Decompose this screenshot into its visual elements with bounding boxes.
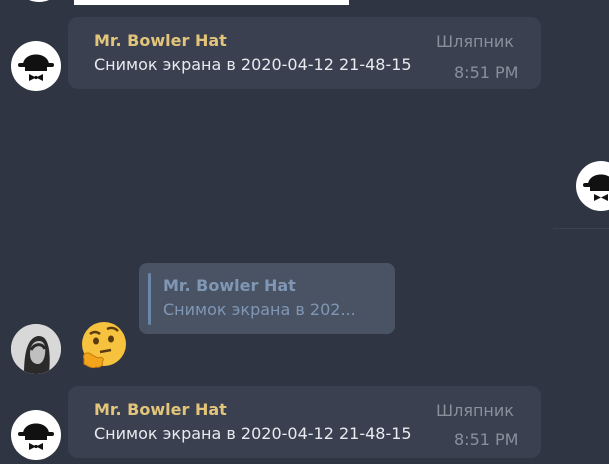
avatar-partial-right[interactable]	[576, 161, 609, 211]
reply-preview[interactable]: Mr. Bowler Hat Снимок экрана в 202...	[139, 263, 395, 334]
message-time: 8:51 PM	[454, 63, 519, 82]
avatar-partial[interactable]	[14, 0, 64, 2]
image-message-partial[interactable]	[74, 0, 349, 5]
divider	[553, 228, 609, 229]
reply-text: Снимок экрана в 202...	[163, 300, 356, 319]
message-bubble[interactable]: Mr. Bowler Hat Шляпник Снимок экрана в 2…	[68, 386, 541, 458]
member-rank: Шляпник	[436, 32, 514, 51]
bowler-hat-icon	[583, 174, 609, 201]
avatar[interactable]	[11, 324, 61, 374]
member-rank: Шляпник	[436, 401, 514, 420]
message-bubble[interactable]: Mr. Bowler Hat Шляпник Снимок экрана в 2…	[68, 17, 541, 89]
user-photo-icon	[11, 324, 61, 374]
avatar[interactable]	[11, 410, 61, 460]
message-text: Снимок экрана в 2020-04-12 21-48-15	[94, 424, 412, 443]
message-time: 8:51 PM	[454, 430, 519, 449]
bowler-hat-icon	[18, 54, 54, 81]
avatar[interactable]	[11, 41, 61, 91]
reply-bar	[148, 273, 151, 325]
thinking-face-icon[interactable]	[78, 320, 128, 376]
message-author[interactable]: Mr. Bowler Hat	[94, 31, 227, 50]
message-text: Снимок экрана в 2020-04-12 21-48-15	[94, 55, 412, 74]
bowler-hat-icon	[18, 423, 54, 450]
reply-author: Mr. Bowler Hat	[163, 276, 296, 295]
message-author[interactable]: Mr. Bowler Hat	[94, 400, 227, 419]
